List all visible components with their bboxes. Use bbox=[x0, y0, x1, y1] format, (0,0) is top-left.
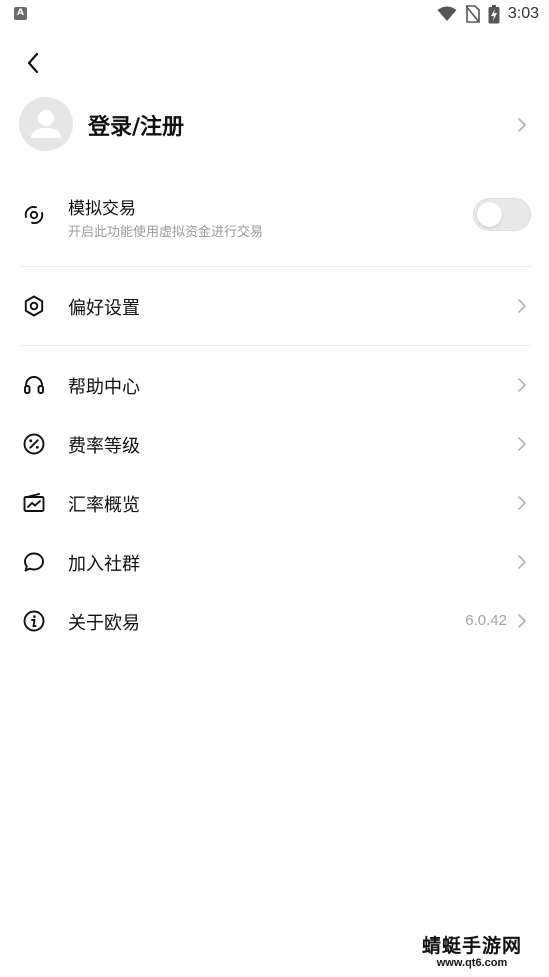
user-icon bbox=[31, 110, 61, 138]
menu-item-exchange-rates[interactable]: 汇率概览 bbox=[0, 478, 549, 528]
wifi-icon bbox=[437, 6, 457, 21]
divider bbox=[19, 266, 531, 267]
chevron-right-icon bbox=[518, 614, 526, 628]
login-register-row[interactable]: 登录/注册 bbox=[0, 95, 549, 155]
battery-charging-icon bbox=[488, 4, 500, 23]
menu-item-fee-tier[interactable]: 费率等级 bbox=[0, 419, 549, 469]
app-version: 6.0.42 bbox=[465, 612, 507, 629]
watermark: 蜻蜓手游网 www.qt6.com bbox=[403, 935, 541, 973]
simulated-trading-toggle[interactable] bbox=[473, 198, 531, 231]
menu-item-label: 加入社群 bbox=[68, 554, 140, 575]
login-register-label: 登录/注册 bbox=[88, 115, 185, 140]
divider bbox=[19, 345, 531, 346]
simulated-trading-icon bbox=[21, 202, 47, 228]
menu-item-help-center[interactable]: 帮助中心 bbox=[0, 360, 549, 410]
chevron-right-icon bbox=[518, 378, 526, 392]
status-app-icon: A bbox=[14, 7, 27, 20]
chart-wallet-icon bbox=[21, 490, 47, 516]
menu-item-label: 关于欧易 bbox=[68, 613, 140, 634]
simulated-trading-row: 模拟交易 开启此功能使用虚拟资金进行交易 bbox=[0, 188, 549, 248]
chevron-right-icon bbox=[518, 299, 526, 313]
status-bar: A 3:03 bbox=[0, 0, 549, 28]
menu-item-join-community[interactable]: 加入社群 bbox=[0, 537, 549, 587]
chevron-right-icon bbox=[518, 437, 526, 451]
back-arrow-icon bbox=[27, 52, 39, 74]
avatar bbox=[19, 97, 73, 151]
chevron-right-icon bbox=[518, 496, 526, 510]
status-icons: 3:03 bbox=[437, 4, 539, 24]
chat-icon bbox=[21, 549, 47, 575]
status-time: 3:03 bbox=[507, 5, 539, 22]
menu-item-about[interactable]: 关于欧易 6.0.42 bbox=[0, 596, 549, 646]
watermark-title: 蜻蜓手游网 bbox=[421, 935, 522, 957]
menu-item-label: 费率等级 bbox=[68, 436, 140, 457]
simulated-trading-subtitle: 开启此功能使用虚拟资金进行交易 bbox=[68, 225, 264, 240]
toggle-knob bbox=[477, 202, 502, 227]
simulated-trading-title: 模拟交易 bbox=[68, 199, 136, 219]
watermark-url: www.qt6.com bbox=[436, 957, 508, 969]
headset-icon bbox=[21, 372, 47, 398]
gear-icon bbox=[21, 293, 47, 319]
menu-item-label: 偏好设置 bbox=[68, 298, 140, 319]
no-sim-icon bbox=[465, 5, 480, 23]
chevron-right-icon bbox=[518, 118, 526, 132]
info-icon bbox=[21, 608, 47, 634]
menu-item-label: 汇率概览 bbox=[68, 495, 140, 516]
percent-icon bbox=[21, 431, 47, 457]
menu-item-label: 帮助中心 bbox=[68, 377, 140, 398]
chevron-right-icon bbox=[518, 555, 526, 569]
back-button[interactable] bbox=[18, 48, 48, 78]
menu-item-preferences[interactable]: 偏好设置 bbox=[0, 281, 549, 331]
